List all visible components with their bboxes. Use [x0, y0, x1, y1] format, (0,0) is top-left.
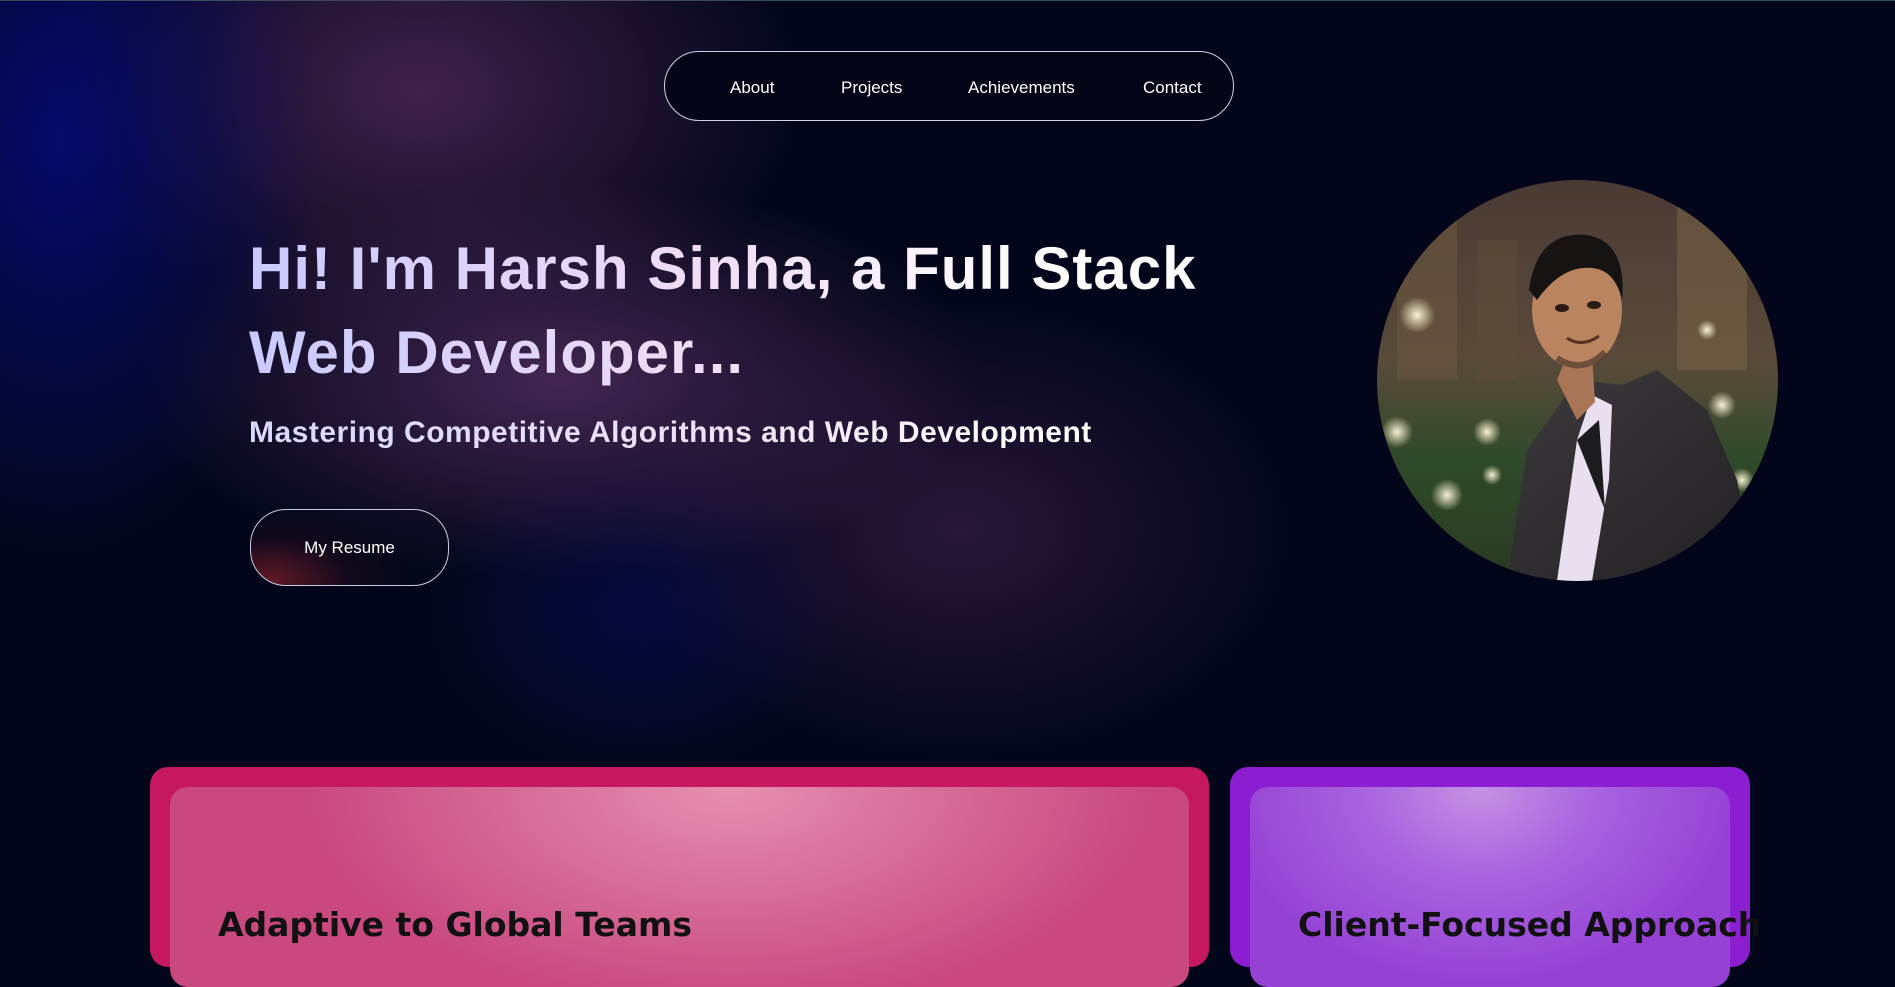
nav-item-achievements[interactable]: Achievements [968, 78, 1075, 98]
hero-subtitle: Mastering Competitive Algorithms and Web… [249, 416, 1249, 450]
top-navigation: About Projects Achievements Contact [664, 51, 1234, 121]
card-inner: Client-Focused Approach [1250, 787, 1761, 987]
my-resume-button[interactable]: My Resume [250, 509, 449, 586]
card-inner: Adaptive to Global Teams [170, 787, 1189, 987]
nav-item-about[interactable]: About [730, 78, 774, 98]
profile-avatar [1377, 180, 1778, 581]
top-border-line [0, 0, 1895, 1]
card-title: Client-Focused Approach [1298, 905, 1762, 944]
card-title: Adaptive to Global Teams [218, 905, 693, 944]
nav-item-projects[interactable]: Projects [841, 78, 902, 98]
nav-item-contact[interactable]: Contact [1143, 78, 1202, 98]
card-adaptive-global-teams: Adaptive to Global Teams [150, 767, 1209, 987]
profile-photo [1377, 180, 1778, 581]
card-client-focused-approach: Client-Focused Approach [1230, 767, 1761, 987]
hero-title-line-2: Web Developer... [249, 319, 745, 386]
hero-title-line-1: Hi! I'm Harsh Sinha, a Full Stack [249, 235, 1197, 302]
hero-title: Hi! I'm Harsh Sinha, a Full Stack Web De… [249, 227, 1249, 395]
